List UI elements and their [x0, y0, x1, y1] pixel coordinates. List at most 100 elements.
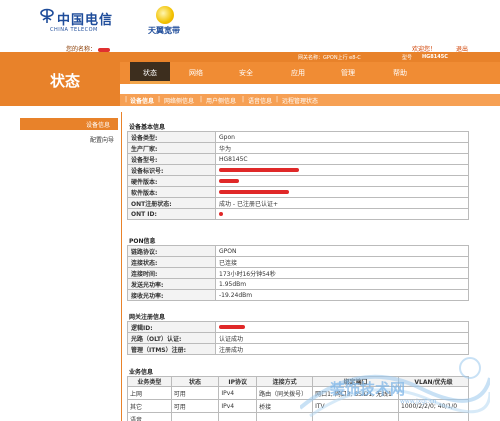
cell-ip-protocol	[218, 412, 258, 421]
table-row: 设备型号: HG8145C	[127, 153, 469, 165]
row-key: 设备类型:	[127, 131, 216, 143]
model-value: HG8145C	[422, 54, 448, 60]
row-key: 发送光功率:	[127, 278, 216, 290]
redaction-mark	[219, 190, 289, 194]
section-title-pon-info: PON信息	[129, 238, 156, 245]
column-header: IP协议	[218, 376, 258, 387]
cell-service-type: 其它	[127, 399, 172, 413]
row-key: 设备标识号:	[127, 164, 216, 176]
subtab-device-info[interactable]: 设备信息	[130, 96, 154, 105]
sidebar-item-device-info[interactable]: 设备信息	[20, 118, 118, 130]
redaction-mark	[219, 168, 299, 172]
row-value-redacted	[215, 208, 469, 220]
sub-nav-separator: |	[200, 96, 203, 103]
watermark-text: 装饰技术网	[330, 380, 406, 398]
sidebar-divider	[121, 112, 122, 421]
tianyi-broadband-logo: 天翼宽带	[148, 6, 194, 40]
tab-security[interactable]: 安全	[226, 62, 266, 84]
device-info-table: 设备类型: Gpon 生产厂家: 华为 设备型号: HG8145C 设备标识号: 硬件…	[127, 131, 469, 220]
page-title-block-lower	[0, 102, 120, 106]
redaction-mark	[219, 212, 223, 216]
logo-english-name: CHINA TELECOM	[50, 27, 98, 33]
row-key: 硬件版本:	[127, 175, 216, 187]
table-row: 逻辑ID:	[127, 321, 469, 333]
row-value: GPON	[215, 245, 469, 257]
cell-service-type: 语音	[127, 412, 172, 421]
table-row: 连接时间: 173小时16分钟54秒	[127, 267, 469, 279]
row-value: 华为	[215, 142, 469, 154]
sidebar-item-config-wizard[interactable]: 配置向导	[90, 135, 114, 144]
redaction-mark	[219, 179, 239, 183]
column-header: 状态	[170, 376, 220, 387]
sub-nav-separator: |	[276, 96, 279, 103]
row-value: 认证成功	[215, 332, 469, 344]
tianyi-sun-icon	[156, 6, 174, 24]
subtab-network-side-info[interactable]: 网络侧信息	[164, 96, 194, 105]
subtab-remote-mgmt-status[interactable]: 远程管理状态	[282, 96, 318, 105]
china-telecom-logo: 中国电信 CHINA TELECOM	[40, 8, 112, 36]
row-key: ONT ID:	[127, 208, 216, 220]
cell-status: 可用	[170, 386, 220, 400]
sub-nav-separator: |	[125, 96, 128, 103]
cell-service-type: 上网	[127, 386, 172, 400]
redaction-mark	[219, 325, 245, 329]
row-key: 生产厂家:	[127, 142, 216, 154]
tab-help[interactable]: 帮助	[380, 62, 420, 84]
main-nav: 状态 网络 安全 应用 管理 帮助	[120, 62, 500, 84]
section-title-service-info: 业务信息	[129, 369, 154, 376]
row-value: HG8145C	[215, 153, 469, 165]
sub-nav: | 设备信息 | 网络侧信息 | 用户侧信息 | 语音信息 | 远程管理状态	[120, 94, 500, 106]
sidebar-item-label: 设备信息	[85, 122, 110, 129]
watermark-url: www.jxgt.cn	[400, 398, 437, 405]
cell-status: 可用	[170, 399, 220, 413]
tab-status[interactable]: 状态	[130, 62, 170, 84]
row-key: 连接状态:	[127, 256, 216, 268]
row-value: Gpon	[215, 131, 469, 143]
row-key: 接收光功率:	[127, 289, 216, 301]
row-value: 已连接	[215, 256, 469, 268]
telecom-swirl-icon	[40, 8, 54, 23]
row-value: -19.24dBm	[215, 289, 469, 301]
row-value-redacted	[215, 164, 469, 176]
row-value-redacted	[215, 321, 469, 333]
table-row: 软件版本:	[127, 186, 469, 198]
cell-ip-protocol: IPv4	[218, 399, 258, 413]
tab-network[interactable]: 网络	[176, 62, 216, 84]
row-value-redacted	[215, 186, 469, 198]
sub-nav-separator: |	[158, 96, 161, 103]
subtab-user-side-info[interactable]: 用户侧信息	[206, 96, 236, 105]
tianyi-brand-text: 天翼宽带	[148, 26, 180, 35]
cell-status	[170, 412, 220, 421]
cell-ip-protocol: IPv4	[218, 386, 258, 400]
table-row: 光路（OLT）认证: 认证成功	[127, 332, 469, 344]
section-title-gateway-reg: 网关注册信息	[129, 314, 166, 321]
table-row: 连接状态: 已连接	[127, 256, 469, 268]
header-bar: 中国电信 CHINA TELECOM 天翼宽带	[0, 0, 500, 44]
table-row: ONT注册状态: 成功 - 已注册已认证+	[127, 197, 469, 209]
row-key: 光路（OLT）认证:	[127, 332, 216, 344]
tab-application[interactable]: 应用	[278, 62, 318, 84]
table-row: 生产厂家: 华为	[127, 142, 469, 154]
table-row: 设备类型: Gpon	[127, 131, 469, 143]
row-key: 软件版本:	[127, 186, 216, 198]
gateway-name: 网关名称：GPON上行 e8-C	[298, 55, 361, 61]
sub-nav-separator: |	[242, 96, 245, 103]
table-row: 链路协议: GPON	[127, 245, 469, 257]
row-key: 连接时间:	[127, 267, 216, 279]
table-row: 设备标识号:	[127, 164, 469, 176]
row-key: 链路协议:	[127, 245, 216, 257]
row-key: 逻辑ID:	[127, 321, 216, 333]
row-value: 173小时16分钟54秒	[215, 267, 469, 279]
row-key: 管理（ITMS）注册:	[127, 343, 216, 355]
subtab-voice-info[interactable]: 语音信息	[248, 96, 272, 105]
row-key: 设备型号:	[127, 153, 216, 165]
row-key: ONT注册状态:	[127, 197, 216, 209]
pon-info-table: 链路协议: GPON 连接状态: 已连接 连接时间: 173小时16分钟54秒 发送光…	[127, 245, 469, 301]
column-header: 业务类型	[127, 376, 172, 387]
model-label: 型号	[402, 55, 413, 61]
row-value-redacted	[215, 175, 469, 187]
table-row: 发送光功率: 1.95dBm	[127, 278, 469, 290]
tab-management[interactable]: 管理	[328, 62, 368, 84]
row-value: 成功 - 已注册已认证+	[215, 197, 469, 209]
page-title: 状态	[50, 72, 81, 90]
